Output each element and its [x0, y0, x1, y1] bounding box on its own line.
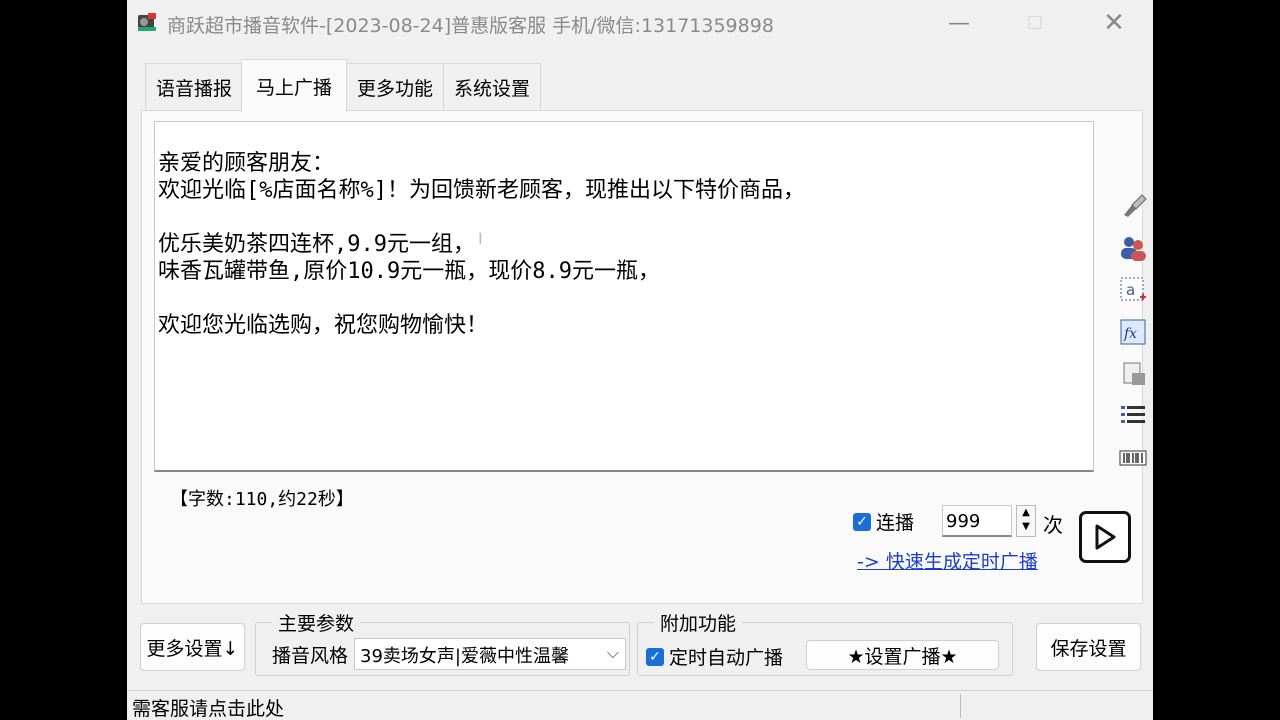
checkbox-checked-icon: ✓: [853, 512, 871, 531]
loop-count-spinner[interactable]: ▲ ▼: [1016, 505, 1036, 537]
broadcast-panel: 亲爱的顾客朋友： 欢迎光临[%店面名称%]！为回馈新老顾客，现推出以下特价商品，…: [141, 110, 1147, 604]
list-icon[interactable]: [1118, 401, 1148, 431]
chevron-down-icon: ⌵: [606, 643, 619, 662]
checkbox-checked-icon: ✓: [646, 647, 664, 666]
auto-broadcast-label: 定时自动广播: [669, 647, 784, 669]
spin-down-icon[interactable]: ▼: [1017, 520, 1035, 534]
main-params-title: 主要参数: [272, 609, 361, 636]
tab-instant-broadcast[interactable]: 马上广播: [241, 59, 347, 112]
function-icon[interactable]: fx: [1118, 317, 1148, 347]
close-button[interactable]: ✕: [1094, 8, 1134, 38]
brush-icon[interactable]: [1118, 191, 1148, 221]
voice-style-select[interactable]: 39卖场女声|爱薇中性温馨 ⌵: [354, 638, 626, 670]
text-cursor: I: [478, 229, 483, 248]
continuous-play-checkbox[interactable]: ✓ 连播: [853, 508, 914, 535]
loop-count-input[interactable]: 999: [942, 505, 1012, 537]
barcode-icon[interactable]: [1118, 443, 1148, 473]
continuous-play-label: 连播: [876, 512, 915, 534]
play-icon: [1095, 524, 1116, 550]
set-broadcast-button[interactable]: ★设置广播★: [806, 640, 999, 670]
loop-unit-label: 次: [1043, 513, 1063, 537]
tab-voice-broadcast[interactable]: 语音播报: [145, 63, 243, 110]
save-settings-button[interactable]: 保存设置: [1036, 623, 1141, 671]
spin-up-icon[interactable]: ▲: [1017, 506, 1035, 520]
app-window: 商跃超市播音软件-[2023-08-24]普惠版客服 手机/微信:1317135…: [127, 0, 1153, 720]
voice-style-label: 播音风格: [272, 645, 349, 667]
minimize-button[interactable]: —: [939, 8, 979, 38]
status-divider: [960, 694, 961, 718]
broadcast-text-editor[interactable]: 亲爱的顾客朋友： 欢迎光临[%店面名称%]！为回馈新老顾客，现推出以下特价商品，…: [154, 121, 1094, 472]
char-count-label: 【字数:110,约22秒】: [170, 489, 354, 510]
voice-style-value: 39卖场女声|爱薇中性温馨: [360, 646, 569, 667]
more-settings-button[interactable]: 更多设置↓: [140, 623, 245, 671]
scroll-icon[interactable]: [1118, 359, 1148, 389]
extra-functions-title: 附加功能: [654, 609, 743, 636]
play-button[interactable]: [1079, 511, 1131, 563]
main-params-group: 主要参数 播音风格 39卖场女声|爱薇中性温馨 ⌵: [255, 609, 630, 676]
title-bar: 商跃超市播音软件-[2023-08-24]普惠版客服 手机/微信:1317135…: [127, 0, 1153, 45]
status-bar: 需客服请点击此处: [127, 690, 1153, 720]
maximize-button[interactable]: ☐: [1015, 8, 1055, 38]
app-icon: [138, 13, 156, 31]
extra-functions-group: 附加功能 ✓ 定时自动广播 ★设置广播★: [637, 609, 1013, 676]
svg-text:fx: fx: [1123, 326, 1137, 342]
svg-text:a: a: [1126, 281, 1135, 299]
support-status-link[interactable]: 需客服请点击此处: [132, 694, 284, 720]
users-icon[interactable]: [1118, 233, 1148, 263]
quick-schedule-link[interactable]: -> 快速生成定时广播: [857, 547, 1038, 574]
tab-system-settings[interactable]: 系统设置: [443, 63, 541, 110]
window-title: 商跃超市播音软件-[2023-08-24]普惠版客服 手机/微信:1317135…: [167, 15, 774, 37]
auto-broadcast-checkbox[interactable]: ✓ 定时自动广播: [646, 643, 783, 670]
tab-more-functions[interactable]: 更多功能: [345, 63, 445, 110]
insert-text-icon[interactable]: a: [1118, 275, 1148, 305]
